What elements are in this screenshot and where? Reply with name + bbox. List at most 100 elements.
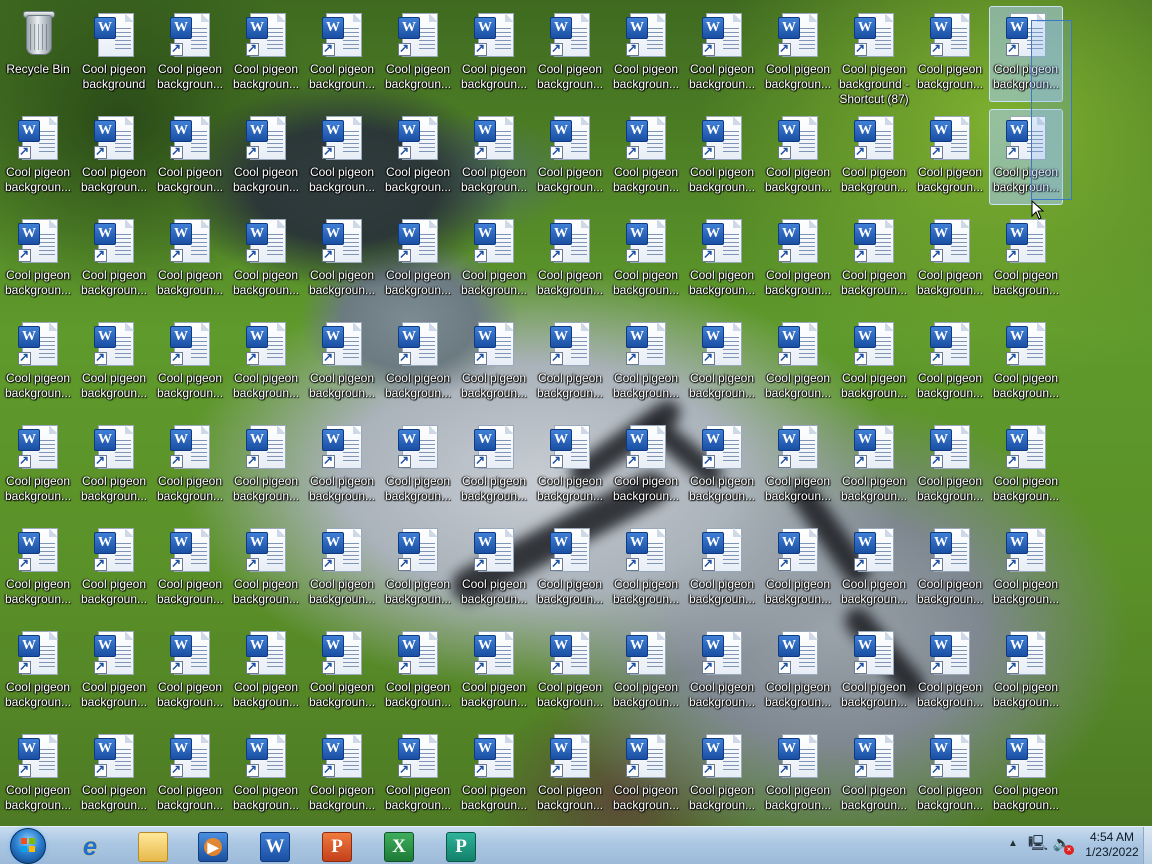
word-shortcut-desktop-icon[interactable]: WCool pigeon backgroun... (609, 521, 683, 617)
word-shortcut-desktop-icon[interactable]: WCool pigeon backgroun... (837, 727, 911, 823)
word-shortcut-desktop-icon[interactable]: WCool pigeon backgroun... (305, 109, 379, 205)
word-shortcut-desktop-icon[interactable]: WCool pigeon backgroun... (457, 6, 531, 102)
word-shortcut-desktop-icon[interactable]: WCool pigeon backgroun... (381, 624, 455, 720)
word-shortcut-desktop-icon[interactable]: WCool pigeon backgroun... (837, 418, 911, 514)
word-shortcut-desktop-icon[interactable]: WCool pigeon backgroun... (305, 624, 379, 720)
word-shortcut-desktop-icon[interactable]: WCool pigeon backgroun... (1, 624, 75, 720)
word-shortcut-desktop-icon[interactable]: WCool pigeon backgroun... (381, 212, 455, 308)
word-shortcut-desktop-icon[interactable]: WCool pigeon backgroun... (609, 212, 683, 308)
word-shortcut-desktop-icon[interactable]: WCool pigeon backgroun... (229, 315, 303, 411)
word-shortcut-desktop-icon[interactable]: WCool pigeon backgroun... (989, 624, 1063, 720)
show-desktop-button[interactable] (1143, 827, 1152, 864)
word-shortcut-desktop-icon[interactable]: WCool pigeon backgroun... (457, 109, 531, 205)
word-shortcut-desktop-icon[interactable]: WCool pigeon backgroun... (381, 521, 455, 617)
word-shortcut-desktop-icon[interactable]: WCool pigeon backgroun... (153, 315, 227, 411)
taskbar-internet-explorer[interactable]: e (62, 829, 118, 862)
word-shortcut-desktop-icon[interactable]: WCool pigeon backgroun... (761, 315, 835, 411)
recycle-bin-icon[interactable]: Recycle Bin (1, 6, 75, 102)
word-shortcut-desktop-icon[interactable]: WCool pigeon backgroun... (837, 521, 911, 617)
word-shortcut-desktop-icon[interactable]: WCool pigeon backgroun... (913, 109, 987, 205)
taskbar-excel[interactable]: X (370, 829, 426, 862)
word-shortcut-desktop-icon[interactable]: WCool pigeon backgroun... (913, 624, 987, 720)
word-shortcut-desktop-icon[interactable]: WCool pigeon backgroun... (457, 521, 531, 617)
word-shortcut-desktop-icon[interactable]: WCool pigeon backgroun... (229, 521, 303, 617)
word-shortcut-desktop-icon[interactable]: WCool pigeon backgroun... (229, 6, 303, 102)
word-shortcut-desktop-icon[interactable]: WCool pigeon backgroun... (1, 521, 75, 617)
word-shortcut-desktop-icon[interactable]: WCool pigeon backgroun... (989, 315, 1063, 411)
word-shortcut-desktop-icon[interactable]: WCool pigeon backgroun... (1, 315, 75, 411)
word-shortcut-desktop-icon[interactable]: WCool pigeon backgroun... (153, 6, 227, 102)
word-shortcut-desktop-icon[interactable]: WCool pigeon backgroun... (685, 6, 759, 102)
word-shortcut-desktop-icon[interactable]: WCool pigeon backgroun... (381, 109, 455, 205)
word-shortcut-desktop-icon[interactable]: WCool pigeon backgroun... (837, 212, 911, 308)
word-shortcut-desktop-icon[interactable]: WCool pigeon backgroun... (533, 109, 607, 205)
word-shortcut-desktop-icon[interactable]: WCool pigeon backgroun... (913, 6, 987, 102)
show-hidden-icons-chevron-icon[interactable]: ▲ (1006, 837, 1020, 851)
word-shortcut-desktop-icon[interactable]: WCool pigeon backgroun... (153, 109, 227, 205)
word-shortcut-desktop-icon[interactable]: WCool pigeon backgroun... (761, 109, 835, 205)
word-shortcut-desktop-icon[interactable]: WCool pigeon backgroun... (77, 418, 151, 514)
word-shortcut-desktop-icon[interactable]: WCool pigeon backgroun... (457, 212, 531, 308)
word-shortcut-desktop-icon[interactable]: WCool pigeon backgroun... (77, 727, 151, 823)
word-shortcut-desktop-icon[interactable]: WCool pigeon backgroun... (153, 624, 227, 720)
word-shortcut-desktop-icon[interactable]: WCool pigeon backgroun... (305, 521, 379, 617)
system-clock[interactable]: 4:54 AM 1/23/2022 (1082, 830, 1142, 860)
word-shortcut-desktop-icon[interactable]: WCool pigeon backgroun... (381, 315, 455, 411)
word-shortcut-desktop-icon[interactable]: WCool pigeon backgroun... (533, 727, 607, 823)
word-shortcut-desktop-icon[interactable]: WCool pigeon backgroun... (153, 521, 227, 617)
taskbar-media-player[interactable]: ▶ (184, 829, 240, 862)
word-shortcut-desktop-icon[interactable]: WCool pigeon backgroun... (1, 212, 75, 308)
word-shortcut-desktop-icon[interactable]: WCool pigeon backgroun... (305, 418, 379, 514)
word-shortcut-desktop-icon[interactable]: WCool pigeon backgroun... (77, 624, 151, 720)
word-shortcut-desktop-icon[interactable]: WCool pigeon backgroun... (761, 418, 835, 514)
word-shortcut-desktop-icon[interactable]: WCool pigeon backgroun... (761, 521, 835, 617)
word-shortcut-desktop-icon[interactable]: WCool pigeon backgroun... (457, 624, 531, 720)
volume-muted-icon[interactable]: 🔈 × (1052, 835, 1074, 855)
word-shortcut-desktop-icon[interactable]: WCool pigeon backgroun... (457, 727, 531, 823)
word-shortcut-desktop-icon[interactable]: WCool pigeon backgroun... (457, 418, 531, 514)
word-shortcut-desktop-icon[interactable]: WCool pigeon backgroun... (837, 624, 911, 720)
word-shortcut-desktop-icon[interactable]: WCool pigeon backgroun... (609, 727, 683, 823)
word-shortcut-desktop-icon[interactable]: WCool pigeon backgroun... (913, 212, 987, 308)
word-shortcut-desktop-icon[interactable]: WCool pigeon backgroun... (685, 109, 759, 205)
word-shortcut-desktop-icon[interactable]: W Cool pigeon background (77, 6, 151, 102)
word-shortcut-desktop-icon[interactable]: WCool pigeon backgroun... (837, 315, 911, 411)
word-shortcut-desktop-icon[interactable]: WCool pigeon backgroun... (533, 6, 607, 102)
word-shortcut-desktop-icon[interactable]: WCool pigeon backgroun... (685, 521, 759, 617)
word-shortcut-desktop-icon[interactable]: WCool pigeon backgroun... (305, 315, 379, 411)
word-shortcut-desktop-icon[interactable]: WCool pigeon backgroun... (153, 727, 227, 823)
word-shortcut-desktop-icon[interactable]: WCool pigeon backgroun... (305, 727, 379, 823)
word-shortcut-desktop-icon[interactable]: WCool pigeon backgroun... (533, 418, 607, 514)
word-shortcut-desktop-icon[interactable]: WCool pigeon backgroun... (381, 418, 455, 514)
word-shortcut-desktop-icon[interactable]: WCool pigeon backgroun... (381, 727, 455, 823)
word-shortcut-desktop-icon[interactable]: WCool pigeon backgroun... (913, 727, 987, 823)
word-shortcut-desktop-icon[interactable]: WCool pigeon backgroun... (533, 315, 607, 411)
word-shortcut-desktop-icon[interactable]: WCool pigeon backgroun... (153, 418, 227, 514)
word-shortcut-desktop-icon[interactable]: WCool pigeon backgroun... (761, 727, 835, 823)
word-shortcut-desktop-icon[interactable]: WCool pigeon backgroun... (229, 109, 303, 205)
word-shortcut-desktop-icon[interactable]: WCool pigeon backgroun... (1, 727, 75, 823)
word-shortcut-desktop-icon[interactable]: WCool pigeon backgroun... (1, 109, 75, 205)
taskbar-powerpoint[interactable]: P (308, 829, 364, 862)
word-shortcut-desktop-icon[interactable]: WCool pigeon backgroun... (457, 315, 531, 411)
word-shortcut-desktop-icon[interactable]: WCool pigeon backgroun... (1, 418, 75, 514)
word-shortcut-desktop-icon[interactable]: WCool pigeon backgroun... (77, 109, 151, 205)
word-shortcut-desktop-icon[interactable]: WCool pigeon backgroun... (837, 109, 911, 205)
word-shortcut-desktop-icon[interactable]: WCool pigeon backgroun... (685, 624, 759, 720)
taskbar-publisher[interactable]: P (432, 829, 488, 862)
word-shortcut-desktop-icon[interactable]: WCool pigeon backgroun... (77, 315, 151, 411)
word-shortcut-desktop-icon[interactable]: WCool pigeon backgroun... (609, 109, 683, 205)
word-shortcut-desktop-icon[interactable]: WCool pigeon backgroun... (609, 315, 683, 411)
word-shortcut-desktop-icon[interactable]: WCool pigeon backgroun... (761, 6, 835, 102)
taskbar-word[interactable]: W (246, 829, 302, 862)
network-icon[interactable]: 🖳 (1028, 835, 1048, 853)
word-shortcut-desktop-icon[interactable]: WCool pigeon backgroun... (229, 624, 303, 720)
word-shortcut-desktop-icon[interactable]: WCool pigeon backgroun... (913, 521, 987, 617)
word-shortcut-desktop-icon[interactable]: WCool pigeon backgroun... (685, 418, 759, 514)
word-shortcut-desktop-icon[interactable]: WCool pigeon backgroun... (685, 315, 759, 411)
word-shortcut-desktop-icon[interactable]: WCool pigeon backgroun... (533, 624, 607, 720)
word-shortcut-desktop-icon[interactable]: WCool pigeon backgroun... (761, 212, 835, 308)
word-shortcut-desktop-icon[interactable]: WCool pigeon backgroun... (77, 521, 151, 617)
word-shortcut-desktop-icon[interactable]: WCool pigeon backgroun... (989, 418, 1063, 514)
word-shortcut-desktop-icon[interactable]: WCool pigeon backgroun... (77, 212, 151, 308)
